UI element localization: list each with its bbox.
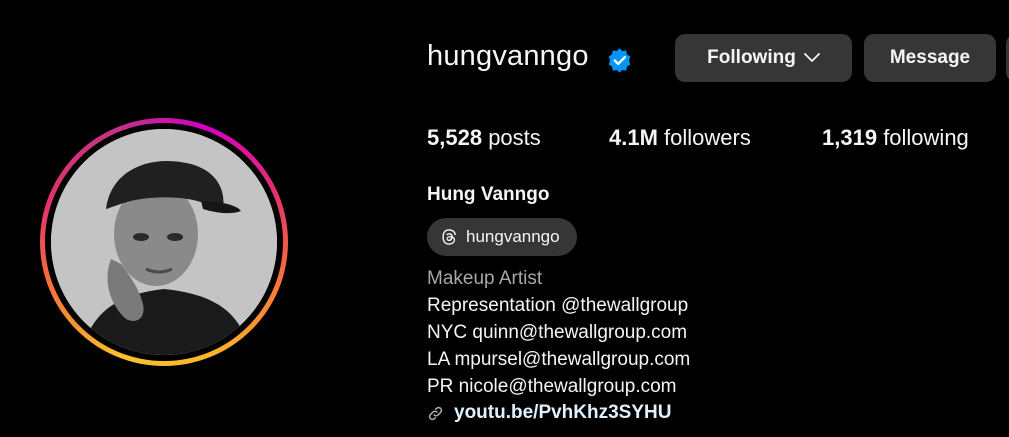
avatar-portrait-image <box>51 129 277 355</box>
threads-profile-link[interactable]: hungvanngo <box>427 218 577 256</box>
stat-posts: 5,528 posts <box>427 125 541 151</box>
profile-full-name: Hung Vanngo <box>427 184 550 205</box>
posts-label: posts <box>488 125 541 150</box>
following-button-label: Following <box>707 47 796 68</box>
profile-external-link[interactable]: youtu.be/PvhKhz3SYHU <box>427 402 671 424</box>
bio-line: Representation @thewallgroup <box>427 295 689 316</box>
bio-line: PR nicole@thewallgroup.com <box>427 376 677 397</box>
profile-avatar[interactable] <box>51 129 277 355</box>
profile-link-text: youtu.be/PvhKhz3SYHU <box>454 402 672 423</box>
chevron-down-icon <box>803 53 820 62</box>
posts-count: 5,528 <box>427 125 483 150</box>
link-icon <box>428 406 443 420</box>
message-button-label: Message <box>889 47 971 68</box>
message-button[interactable]: Message <box>864 34 996 82</box>
profile-avatar-story-ring[interactable] <box>40 118 288 366</box>
threads-icon <box>442 229 456 245</box>
stat-followers[interactable]: 4.1M followers <box>609 125 751 151</box>
profile-username: hungvanngo <box>427 40 589 72</box>
followers-label: followers <box>664 125 751 150</box>
bio-line: NYC quinn@thewallgroup.com <box>427 322 688 343</box>
threads-handle: hungvanngo <box>466 227 560 246</box>
following-label: following <box>883 125 969 150</box>
following-button[interactable]: Following <box>675 34 852 82</box>
following-count: 1,319 <box>822 125 878 150</box>
profile-category: Makeup Artist <box>427 268 543 289</box>
verified-badge-icon <box>608 48 631 73</box>
stat-following[interactable]: 1,319 following <box>822 125 969 151</box>
followers-count: 4.1M <box>609 125 658 150</box>
bio-line: LA mpursel@thewallgroup.com <box>427 349 691 370</box>
